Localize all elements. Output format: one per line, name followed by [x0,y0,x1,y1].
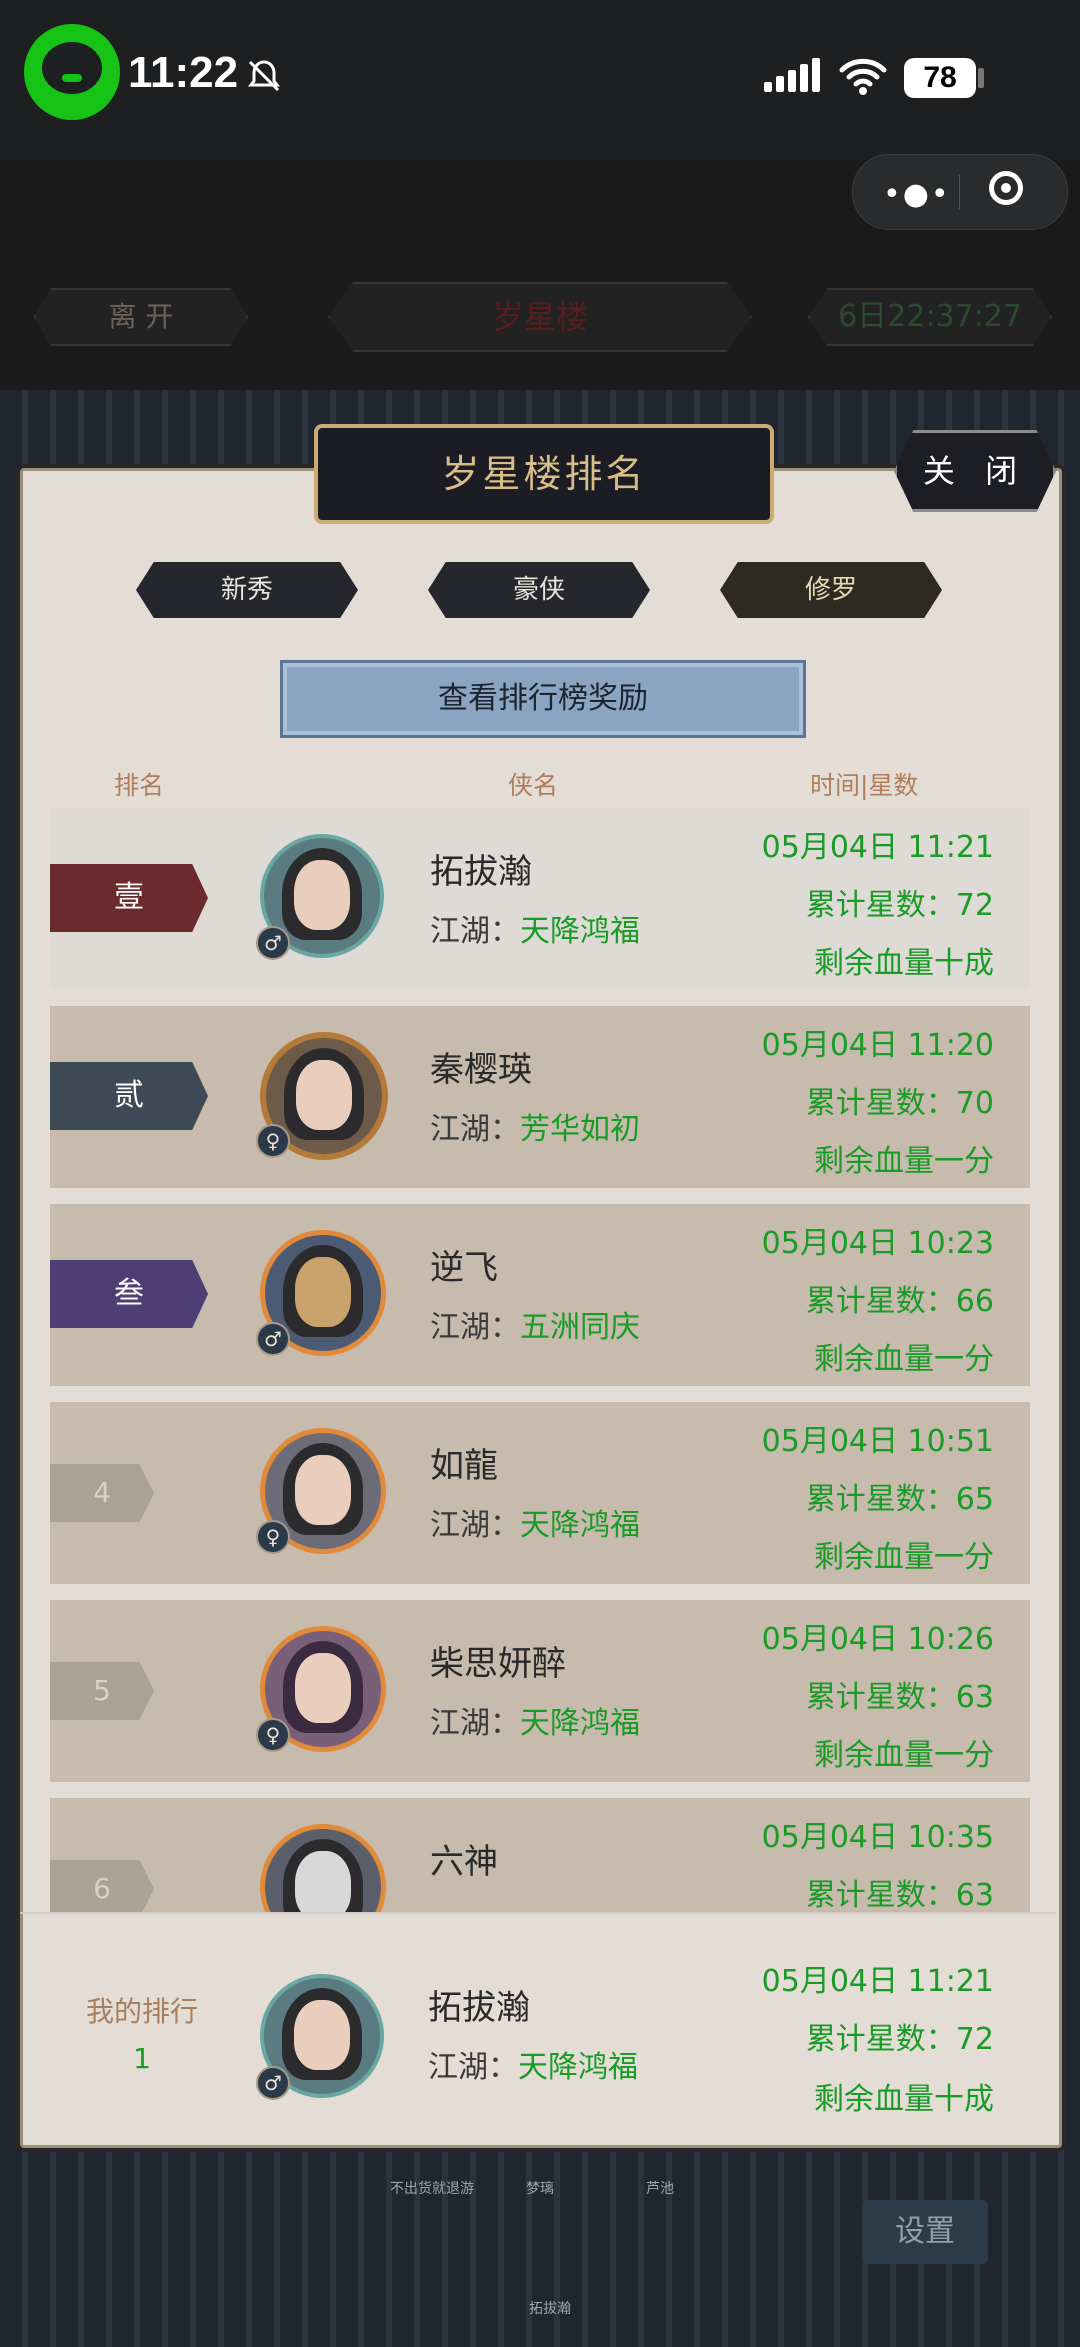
rank-number: 4 [50,1464,154,1522]
row-stars: 累计星数：72 [805,888,994,923]
row-hp: 剩余血量一分 [814,1738,994,1773]
view-rewards-button[interactable]: 查看排行榜奖励 [280,660,806,738]
my-rank-value: 1 [133,2042,151,2075]
row-hp: 剩余血量十成 [814,946,994,981]
avatar [260,1824,386,1912]
bg-player-name: 梦璃 [526,2181,554,2197]
row-hp: 剩余血量一分 [814,1540,994,1575]
jianghu-line: 江湖：五洲同庆 [430,1310,640,1345]
player-name: 如龍 [430,1446,498,1486]
row-stars: 累计星数：63 [805,1680,994,1715]
row-time: 05月04日 11:21 [761,830,994,865]
jianghu-line: 江湖：天降鸿福 [430,1508,640,1543]
close-button[interactable]: 关 闭 [894,430,1056,512]
my-time: 05月04日 11:21 [761,1964,994,1999]
tab-xinxiu[interactable]: 新秀 [136,562,358,618]
gender-female-icon: ♀ [256,1718,290,1752]
more-icon[interactable]: •●• [883,177,951,212]
table-row[interactable]: 贰 ♀ 秦樱瑛 江湖：芳华如初 05月04日 11:20 累计星数：70 剩余血… [50,1006,1030,1188]
row-stars: 累计星数：70 [805,1086,994,1121]
game-top-bar: 离 开 岁星楼 6日22:37:27 [0,240,1080,390]
player-name: 六神 [430,1842,498,1882]
jianghu-line: 江湖：天降鸿福 [430,914,640,949]
row-time: 05月04日 11:20 [761,1028,994,1063]
jianghu-line: 江湖：芳华如初 [430,1112,640,1147]
player-name: 逆飞 [430,1248,498,1288]
rank-badge: 壹 [50,864,208,932]
wifi-icon [839,58,887,95]
location-title: 岁星楼 [328,282,752,352]
row-hp: 剩余血量一分 [814,1144,994,1179]
row-stars: 累计星数：66 [805,1284,994,1319]
gender-female-icon: ♀ [256,1520,290,1554]
player-name: 拓拔瀚 [430,852,532,892]
table-row[interactable]: 5 ♀ 柴思妍醉 江湖：天降鸿福 05月04日 10:26 累计星数：63 剩余… [50,1600,1030,1782]
rank-number: 5 [50,1662,154,1720]
divider [20,1912,1056,1914]
bg-player-name: 芦池 [646,2181,674,2197]
countdown-timer: 6日22:37:27 [808,288,1052,346]
row-hp: 剩余血量一分 [814,1342,994,1377]
row-time: 05月04日 10:23 [761,1226,994,1261]
column-name: 侠名 [508,771,559,800]
bg-player-name: 拓拔瀚 [529,2301,571,2317]
rank-number: 6 [50,1860,154,1912]
jianghu-line: 江湖：天降鸿福 [430,1706,640,1741]
tab-xiuluo[interactable]: 修罗 [720,562,942,618]
panel-title: 岁星楼排名 [314,424,774,524]
tab-haoxia[interactable]: 豪侠 [428,562,650,618]
column-time-stars: 时间|星数 [810,771,919,800]
rank-badge: 贰 [50,1062,208,1130]
player-name: 秦樱瑛 [430,1050,532,1090]
wechat-icon[interactable] [24,24,120,120]
bg-player-name: 不出货就退游 [390,2181,474,2197]
battery-tip [978,68,984,88]
gender-male-icon: ♂ [256,926,290,960]
row-stars: 累计星数：65 [805,1482,994,1517]
gender-female-icon: ♀ [256,1124,290,1158]
my-hp: 剩余血量十成 [814,2082,994,2117]
player-name: 柴思妍醉 [430,1644,566,1684]
row-time: 05月04日 10:26 [761,1622,994,1657]
signal-icon [764,58,824,92]
table-row[interactable]: 壹 ♂ 拓拔瀚 江湖：天降鸿福 05月04日 11:21 累计星数：72 剩余血… [50,808,1030,990]
column-rank: 排名 [114,771,165,800]
my-player-name: 拓拔瀚 [428,1988,530,2028]
row-time: 05月04日 10:51 [761,1424,994,1459]
status-bar: 11:22 78 [0,0,1080,160]
table-row[interactable]: 4 ♀ 如龍 江湖：天降鸿福 05月04日 10:51 累计星数：65 剩余血量… [50,1402,1030,1584]
row-time: 05月04日 10:35 [761,1820,994,1855]
gender-male-icon: ♂ [256,1322,290,1356]
my-rank-label: 我的排行 1 [86,1995,199,2075]
close-miniprogram-icon[interactable] [989,171,1023,205]
table-row[interactable]: 叁 ♂ 逆飞 江湖：五洲同庆 05月04日 10:23 累计星数：66 剩余血量… [50,1204,1030,1386]
ranking-list[interactable]: 壹 ♂ 拓拔瀚 江湖：天降鸿福 05月04日 11:21 累计星数：72 剩余血… [0,808,1080,1912]
my-stars: 累计星数：72 [805,2022,994,2057]
row-stars: 累计星数：63 [805,1878,994,1912]
settings-button[interactable]: 设置 [862,2200,988,2264]
table-row[interactable]: 6 六神 05月04日 10:35 累计星数：63 [50,1798,1030,1912]
bell-muted-icon [248,60,280,92]
rank-badge: 叁 [50,1260,208,1328]
gender-male-icon: ♂ [256,2066,290,2100]
battery-icon: 78 [904,58,976,98]
miniprogram-capsule: •●• [852,154,1068,230]
leave-button[interactable]: 离 开 [34,288,248,346]
clock: 11:22 [128,48,239,97]
my-jianghu-line: 江湖：天降鸿福 [428,2050,638,2085]
